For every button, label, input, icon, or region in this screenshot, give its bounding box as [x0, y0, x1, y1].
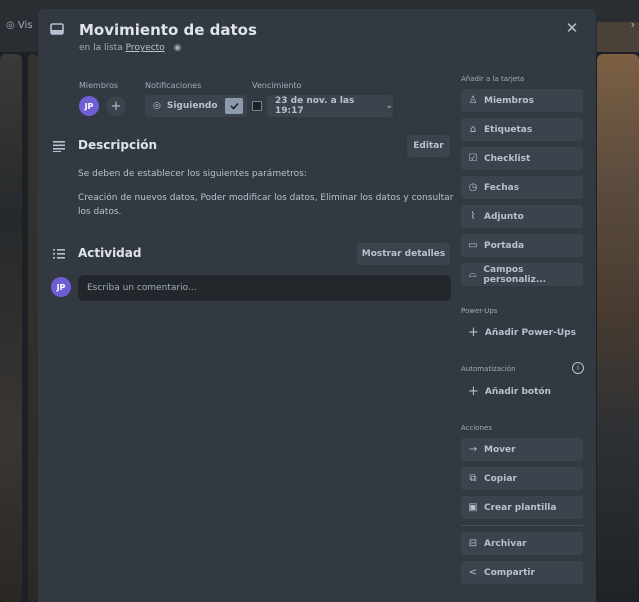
sidebar-cover-button[interactable]: ▭ Portada: [461, 234, 583, 257]
add-powerups-button[interactable]: + Añadir Power-Ups: [461, 321, 583, 344]
members-label: Miembros: [79, 81, 119, 90]
add-to-card-label: Añadir a la tarjeta: [461, 75, 525, 83]
description-heading: Descripción: [78, 138, 157, 152]
board-visibility-button[interactable]: ◎ Vis: [6, 20, 33, 31]
tag-icon: ⌂: [469, 124, 477, 135]
show-details-button[interactable]: Mostrar detalles: [357, 243, 450, 265]
template-icon: ▣: [468, 502, 478, 513]
checkbox-icon: ☑: [468, 153, 478, 164]
board-list-column: [28, 54, 38, 602]
description-text-line: Creación de nuevos datos, Poder modifica…: [78, 193, 454, 203]
due-date-label: Vencimiento: [252, 81, 302, 90]
due-date-button[interactable]: 23 de nov. a las 19:17 ⌄: [267, 95, 393, 117]
person-icon: ♙: [468, 95, 478, 106]
arrow-right-icon: →: [468, 444, 478, 455]
cover-icon: ▭: [468, 240, 478, 251]
sidebar-custom-fields-button[interactable]: ⌓ Campos personaliz...: [461, 263, 583, 286]
sidebar-dates-button[interactable]: ◷ Fechas: [461, 176, 583, 199]
automation-label: Automatización: [461, 365, 516, 373]
card-list-info: en la lista Proyecto ◉: [79, 43, 182, 53]
eye-icon: ◎: [153, 101, 161, 111]
sidebar-copy-button[interactable]: ⧉ Copiar: [461, 467, 583, 490]
eye-icon: ◉: [173, 43, 182, 53]
chevron-right-icon: ›: [630, 18, 635, 31]
actions-label: Acciones: [461, 424, 492, 432]
add-button-button[interactable]: + Añadir botón: [461, 380, 583, 403]
sidebar-template-button[interactable]: ▣ Crear plantilla: [461, 496, 583, 519]
user-avatar[interactable]: JP: [51, 277, 71, 297]
sidebar-labels-button[interactable]: ⌂ Etiquetas: [461, 118, 583, 141]
close-button[interactable]: ✕: [565, 21, 579, 36]
sidebar-move-button[interactable]: → Mover: [461, 438, 583, 461]
description-text-line: Se deben de establecer los siguientes pa…: [78, 169, 307, 179]
sidebar-attachment-button[interactable]: ⌇ Adjunto: [461, 205, 583, 228]
info-icon[interactable]: i: [572, 362, 584, 374]
comment-input[interactable]: Escriba un comentario...: [78, 275, 451, 301]
card-icon: [50, 23, 64, 35]
board-background-image: [597, 54, 639, 602]
follow-button[interactable]: ◎ Siguiendo: [145, 95, 247, 117]
card-detail-modal: Movimiento de datos en la lista Proyecto…: [38, 9, 596, 602]
sidebar-members-button[interactable]: ♙ Miembros: [461, 89, 583, 112]
sidebar-share-button[interactable]: < Compartir: [461, 561, 583, 584]
card-title[interactable]: Movimiento de datos: [79, 21, 257, 39]
add-member-button[interactable]: +: [106, 96, 126, 116]
board-list-column: [0, 54, 22, 602]
check-icon: [225, 98, 243, 114]
plus-icon: +: [468, 384, 479, 399]
list-link[interactable]: Proyecto: [126, 43, 165, 53]
sidebar-checklist-button[interactable]: ☑ Checklist: [461, 147, 583, 170]
description-icon: [53, 141, 65, 152]
sidebar-archive-button[interactable]: ⊟ Archivar: [461, 532, 583, 555]
activity-icon: [53, 249, 65, 259]
plus-icon: +: [468, 325, 479, 340]
edit-description-button[interactable]: Editar: [407, 135, 450, 157]
powerups-label: Power-Ups: [461, 307, 498, 315]
archive-icon: ⊟: [468, 538, 478, 549]
notifications-label: Notificaciones: [145, 81, 202, 90]
description-text-line: los datos.: [78, 207, 122, 217]
due-date-checkbox[interactable]: [252, 101, 262, 111]
share-icon: <: [468, 567, 478, 578]
clock-icon: ◷: [468, 182, 478, 193]
paperclip-icon: ⌇: [470, 211, 476, 222]
sidebar-divider: [461, 525, 583, 526]
activity-heading: Actividad: [78, 246, 142, 260]
custom-fields-icon: ⌓: [468, 269, 477, 280]
member-avatar[interactable]: JP: [79, 96, 99, 116]
chevron-down-icon: ⌄: [385, 101, 393, 111]
copy-icon: ⧉: [469, 473, 477, 484]
